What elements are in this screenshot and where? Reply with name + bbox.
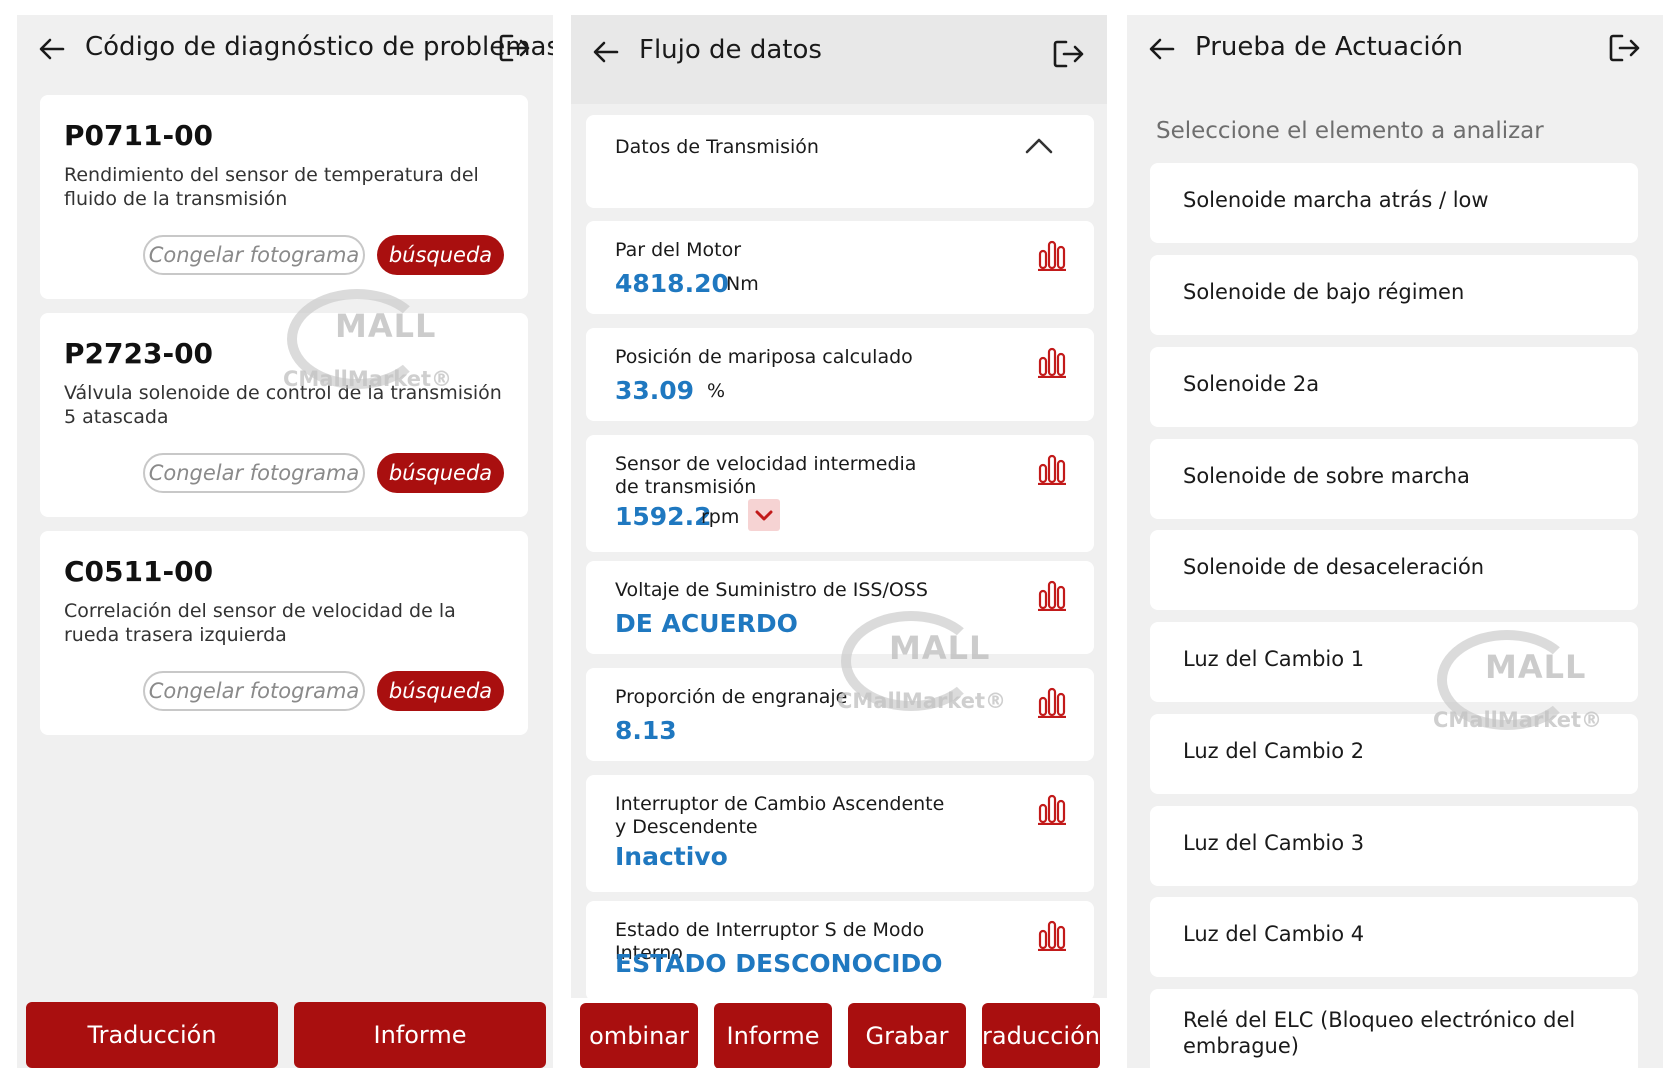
page-title: Código de diagnóstico de problemas [85, 32, 553, 62]
dtc-code: P0711-00 [64, 119, 214, 152]
chevron-up-icon[interactable] [1024, 135, 1054, 155]
test-item-label: Luz del Cambio 1 [1183, 647, 1365, 671]
data-row: Voltaje de Suministro de ISS/OSS DE ACUE… [586, 561, 1094, 654]
test-item[interactable]: Solenoide 2a [1150, 347, 1638, 427]
test-item-label: Luz del Cambio 3 [1183, 831, 1365, 855]
parameter-name: Proporción de engranaje [615, 686, 848, 708]
bar-chart-icon[interactable] [1037, 239, 1067, 271]
translate-button[interactable]: raducción [982, 1003, 1100, 1068]
freeze-frame-button[interactable]: Congelar fotograma [143, 671, 365, 711]
header: Prueba de Actuación [1127, 15, 1663, 85]
parameter-value: ESTADO DESCONOCIDO [615, 949, 943, 978]
combine-button[interactable]: ombinar [580, 1003, 698, 1068]
test-item-label: Luz del Cambio 2 [1183, 739, 1365, 763]
test-item[interactable]: Solenoide de bajo régimen [1150, 255, 1638, 335]
search-button[interactable]: búsqueda [377, 235, 504, 275]
dtc-description: Correlación del sensor de velocidad de l… [64, 600, 456, 646]
exit-icon[interactable] [1051, 37, 1085, 71]
section-header[interactable]: Datos de Transmisión [586, 115, 1094, 208]
actuation-test-panel: Prueba de Actuación Seleccione el elemen… [1127, 15, 1663, 1068]
parameter-value: DE ACUERDO [615, 609, 798, 638]
test-item-label: Solenoide de desaceleración [1183, 555, 1485, 579]
bar-chart-icon[interactable] [1037, 453, 1067, 485]
parameter-name: Par del Motor [615, 239, 742, 261]
data-row: Par del Motor 4818.20 Nm [586, 221, 1094, 314]
data-row: Interruptor de Cambio Ascendente y Desce… [586, 775, 1094, 892]
dropdown-toggle[interactable] [748, 499, 780, 531]
parameter-value: 33.09 [615, 376, 695, 405]
freeze-frame-button[interactable]: Congelar fotograma [143, 235, 365, 275]
freeze-frame-button[interactable]: Congelar fotograma [143, 453, 365, 493]
dtc-card: C0511-00 Correlación del sensor de veloc… [40, 531, 528, 735]
bar-chart-icon[interactable] [1037, 686, 1067, 718]
test-item-label: Solenoide de sobre marcha [1183, 464, 1470, 488]
test-item[interactable]: Solenoide de desaceleración [1150, 530, 1638, 610]
bar-chart-icon[interactable] [1037, 793, 1067, 825]
parameter-value: 8.13 [615, 716, 677, 745]
parameter-value: 4818.20 [615, 269, 729, 298]
data-row: Proporción de engranaje 8.13 [586, 668, 1094, 761]
dtc-card: P2723-00 Válvula solenoide de control de… [40, 313, 528, 517]
dtc-description: Válvula solenoide de control de la trans… [64, 382, 502, 428]
parameter-unit: % [707, 380, 726, 402]
test-item-label: Luz del Cambio 4 [1183, 922, 1365, 946]
report-button[interactable]: Informe [294, 1002, 546, 1068]
dtc-code: C0511-00 [64, 555, 214, 588]
test-item[interactable]: Luz del Cambio 4 [1150, 897, 1638, 977]
data-row: Sensor de velocidad intermedia de transm… [586, 435, 1094, 552]
search-button[interactable]: búsqueda [377, 671, 504, 711]
test-item[interactable]: Solenoide de sobre marcha [1150, 439, 1638, 519]
back-arrow-icon[interactable] [1147, 34, 1177, 64]
back-arrow-icon[interactable] [591, 37, 621, 67]
bar-chart-icon[interactable] [1037, 579, 1067, 611]
test-item-label: Solenoide 2a [1183, 372, 1320, 396]
parameter-unit: rpm [701, 506, 740, 528]
page-title: Prueba de Actuación [1195, 32, 1463, 62]
data-row: Estado de Interruptor S de Modo Interno … [586, 901, 1094, 1001]
test-item-label: Relé del ELC (Bloqueo electrónico del em… [1183, 1008, 1576, 1058]
exit-icon[interactable] [1607, 31, 1641, 65]
record-button[interactable]: Grabar [848, 1003, 966, 1068]
report-button[interactable]: Informe [714, 1003, 832, 1068]
test-item[interactable]: Luz del Cambio 2 [1150, 714, 1638, 794]
test-item[interactable]: Solenoide marcha atrás / low [1150, 163, 1638, 243]
test-item-label: Solenoide marcha atrás / low [1183, 188, 1489, 212]
dtc-code: P2723-00 [64, 337, 214, 370]
test-item[interactable]: Luz del Cambio 3 [1150, 806, 1638, 886]
section-subtitle: Seleccione el elemento a analizar [1156, 118, 1544, 144]
header: Código de diagnóstico de problemas [17, 15, 553, 85]
exit-icon[interactable] [497, 31, 531, 65]
dtc-card: P0711-00 Rendimiento del sensor de tempe… [40, 95, 528, 299]
parameter-name: Posición de mariposa calculado [615, 346, 913, 368]
parameter-unit: Nm [726, 273, 759, 295]
chevron-down-icon [755, 510, 773, 521]
bar-chart-icon[interactable] [1037, 919, 1067, 951]
test-item[interactable]: Relé del ELC (Bloqueo electrónico del em… [1150, 989, 1638, 1068]
dtc-panel: Código de diagnóstico de problemas P0711… [17, 15, 553, 1068]
page-title: Flujo de datos [639, 35, 822, 65]
dtc-description: Rendimiento del sensor de temperatura de… [64, 164, 479, 210]
test-item[interactable]: Luz del Cambio 1 [1150, 622, 1638, 702]
parameter-value: 1592.2 [615, 502, 712, 531]
parameter-name: Sensor de velocidad intermedia de transm… [615, 453, 917, 498]
back-arrow-icon[interactable] [37, 34, 67, 64]
bar-chart-icon[interactable] [1037, 346, 1067, 378]
data-stream-panel: Flujo de datos Datos de Transmisión Par … [571, 15, 1107, 1068]
parameter-value: Inactivo [615, 842, 728, 871]
test-item-label: Solenoide de bajo régimen [1183, 280, 1465, 304]
header: Flujo de datos [571, 15, 1107, 104]
parameter-name: Voltaje de Suministro de ISS/OSS [615, 579, 928, 601]
search-button[interactable]: búsqueda [377, 453, 504, 493]
section-title: Datos de Transmisión [615, 136, 819, 158]
translate-button[interactable]: Traducción [26, 1002, 278, 1068]
parameter-name: Interruptor de Cambio Ascendente y Desce… [615, 793, 945, 838]
data-row: Posición de mariposa calculado 33.09 % [586, 328, 1094, 421]
